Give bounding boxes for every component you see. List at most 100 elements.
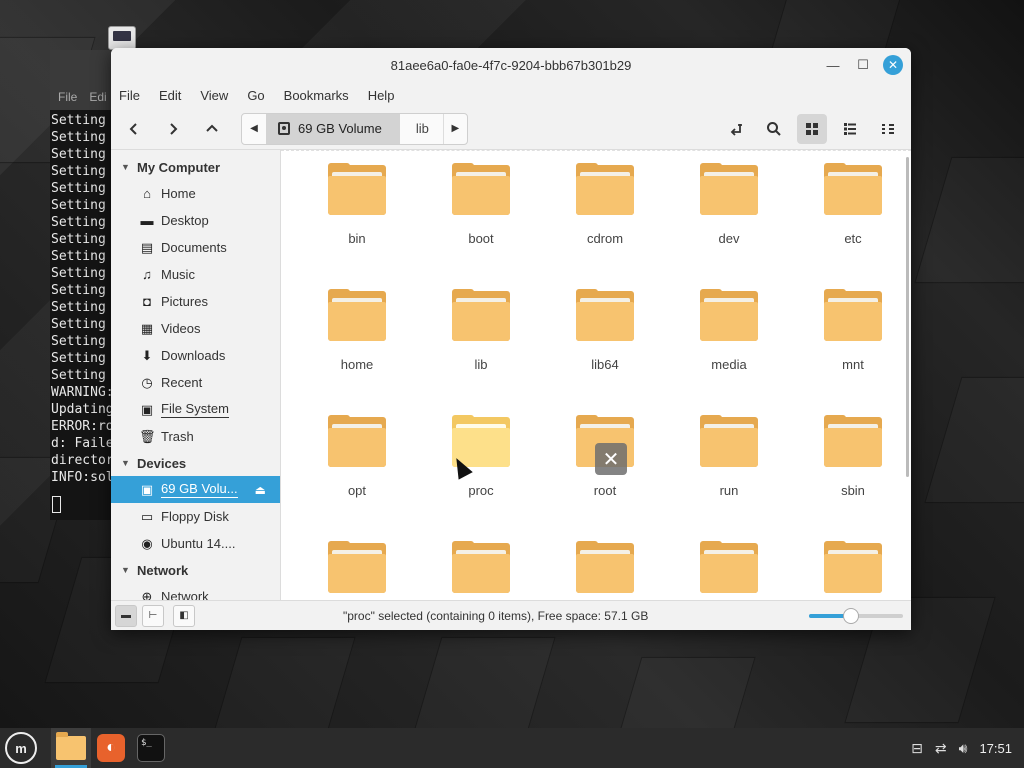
sidebar-section-network[interactable]: ▼ Network xyxy=(111,557,280,583)
compact-view-button[interactable] xyxy=(873,114,903,144)
folder-item[interactable]: bin xyxy=(295,161,419,287)
maximize-button[interactable]: ☐ xyxy=(853,55,873,75)
clock[interactable]: 17:51 xyxy=(979,741,1012,756)
terminal-menu-edit[interactable]: Edi xyxy=(89,90,106,104)
folder-item[interactable] xyxy=(667,539,791,600)
folder-icon xyxy=(328,541,386,595)
trash-icon: 🗑︎ xyxy=(139,428,156,444)
sidebar-item-file-system[interactable]: ▣ File System xyxy=(111,396,280,423)
sidebar-item-downloads[interactable]: ⬇ Downloads xyxy=(111,342,280,369)
folder-item[interactable]: cdrom xyxy=(543,161,667,287)
sidebar-item-documents[interactable]: ▤ Documents xyxy=(111,234,280,261)
sidebar-section-my-computer[interactable]: ▼ My Computer xyxy=(111,154,280,180)
folder-item[interactable]: lib xyxy=(419,287,543,413)
up-button[interactable] xyxy=(197,114,227,144)
hide-sidebar-button[interactable]: ◧ xyxy=(173,604,195,627)
path-crumb-lib[interactable]: lib xyxy=(400,114,443,144)
sidebar-item-network[interactable]: ⊕ Network xyxy=(111,583,280,601)
wallpaper-tile xyxy=(914,156,1024,284)
terminal-menu-file[interactable]: File xyxy=(58,90,77,104)
file-manager-window[interactable]: 81aee6a0-fa0e-4f7c-9204-bbb67b301b29 — ☐… xyxy=(111,48,911,630)
mint-logo-icon: m xyxy=(15,740,27,756)
folder-item[interactable]: media xyxy=(667,287,791,413)
close-overlay-button[interactable]: ✕ xyxy=(595,443,627,475)
network-icon: ⊕ xyxy=(141,588,153,601)
vertical-scrollbar[interactable] xyxy=(906,157,909,477)
path-scroll-right-button[interactable]: ▶ xyxy=(442,113,467,144)
sidebar-item-floppy-disk[interactable]: ▭ Floppy Disk xyxy=(111,503,280,530)
close-icon: ✕ xyxy=(602,448,620,471)
menu-bookmarks[interactable]: Bookmarks xyxy=(284,88,349,103)
taskbar-terminal[interactable]: $_ xyxy=(131,728,171,768)
folder-item[interactable]: run xyxy=(667,413,791,539)
download-icon: ⬇ xyxy=(141,347,153,363)
sidebar-item-recent[interactable]: ◷ Recent xyxy=(111,369,280,396)
sidebar-item-ubuntu-14[interactable]: ◉ Ubuntu 14.... xyxy=(111,530,280,557)
sidebar-section-devices[interactable]: ▼ Devices xyxy=(111,450,280,476)
folder-item[interactable]: etc xyxy=(791,161,911,287)
close-button[interactable]: ✕ xyxy=(883,55,903,75)
menu-file[interactable]: File xyxy=(119,88,140,103)
folder-icon xyxy=(452,289,510,343)
sidebar-item-trash[interactable]: 🗑︎ Trash xyxy=(111,423,280,450)
zoom-slider-handle[interactable] xyxy=(843,608,860,624)
folder-item[interactable]: sbin xyxy=(791,413,911,539)
folder-icon xyxy=(452,163,510,217)
folder-item[interactable] xyxy=(419,539,543,600)
back-button[interactable] xyxy=(119,114,149,144)
eject-icon[interactable]: ⏏ xyxy=(255,483,266,497)
sidebar-item-desktop[interactable]: ▬ Desktop xyxy=(111,207,280,234)
chevron-down-icon: ▼ xyxy=(121,458,130,468)
forward-button[interactable] xyxy=(158,114,188,144)
terminal-line: Setting xyxy=(51,147,106,162)
volume-icon[interactable]: 🔊︎ xyxy=(959,740,968,757)
path-crumb-volume[interactable]: 69 GB Volume xyxy=(266,113,400,144)
minimize-button[interactable]: — xyxy=(823,55,843,75)
folder-item[interactable]: mnt xyxy=(791,287,911,413)
folder-item[interactable] xyxy=(543,539,667,600)
terminal-line: Setting xyxy=(51,368,106,383)
zoom-slider[interactable] xyxy=(809,608,903,624)
folder-item[interactable]: lib64 xyxy=(543,287,667,413)
folder-item[interactable]: home xyxy=(295,287,419,413)
menu-help[interactable]: Help xyxy=(368,88,395,103)
folder-item[interactable]: boot xyxy=(419,161,543,287)
file-view[interactable]: bin boot cdrom dev etc home lib lib64 media mnt op… xyxy=(281,150,911,600)
menu-edit[interactable]: Edit xyxy=(159,88,181,103)
menu-go[interactable]: Go xyxy=(247,88,264,103)
terminal-output[interactable]: Setting Setting Setting Setting Setting Setti… xyxy=(50,110,120,520)
folder-item[interactable]: proc xyxy=(419,413,543,539)
desktop-computer-icon[interactable] xyxy=(108,26,136,50)
chevron-up-icon xyxy=(206,124,218,132)
taskbar-file-manager[interactable] xyxy=(51,728,91,768)
taskbar-firefox[interactable]: ◐ xyxy=(91,728,131,768)
icon-view-button[interactable] xyxy=(797,114,827,144)
start-menu-button[interactable]: m xyxy=(5,732,37,764)
toggle-location-button[interactable] xyxy=(721,114,751,144)
clipboard-icon[interactable]: ⊟ xyxy=(911,740,923,757)
sidebar-item-label: Music xyxy=(161,267,195,282)
sidebar-item-videos[interactable]: ▦ Videos xyxy=(111,315,280,342)
folder-item[interactable]: dev xyxy=(667,161,791,287)
terminal-line: Setting xyxy=(51,351,106,366)
sidebar-item-pictures[interactable]: ◘ Pictures xyxy=(111,288,280,315)
menu-view[interactable]: View xyxy=(200,88,228,103)
terminal-window[interactable]: File Edi Setting Setting Setting Setting Set… xyxy=(50,50,120,520)
network-disconnected-icon[interactable]: ⇄ xyxy=(935,740,947,757)
path-scroll-left-button[interactable]: ◀ xyxy=(242,114,266,144)
floppy-icon: ▭ xyxy=(140,508,154,524)
folder-item[interactable] xyxy=(295,539,419,600)
sidebar-item-69-gb-volu[interactable]: ▣ 69 GB Volu... ⏏ xyxy=(111,476,280,503)
title-bar[interactable]: 81aee6a0-fa0e-4f7c-9204-bbb67b301b29 — ☐… xyxy=(111,48,911,82)
show-tree-button[interactable]: ⊢ xyxy=(142,604,164,627)
show-places-button[interactable]: ▬ xyxy=(115,604,137,627)
search-button[interactable] xyxy=(759,114,789,144)
terminal-line: INFO:sol xyxy=(51,470,114,485)
list-view-button[interactable] xyxy=(835,114,865,144)
folder-item[interactable]: opt xyxy=(295,413,419,539)
sidebar-item-music[interactable]: ♫ Music xyxy=(111,261,280,288)
folder-icon xyxy=(576,163,634,217)
folder-item[interactable]: root xyxy=(543,413,667,539)
sidebar-item-home[interactable]: ⌂ Home xyxy=(111,180,280,207)
folder-item[interactable] xyxy=(791,539,911,600)
